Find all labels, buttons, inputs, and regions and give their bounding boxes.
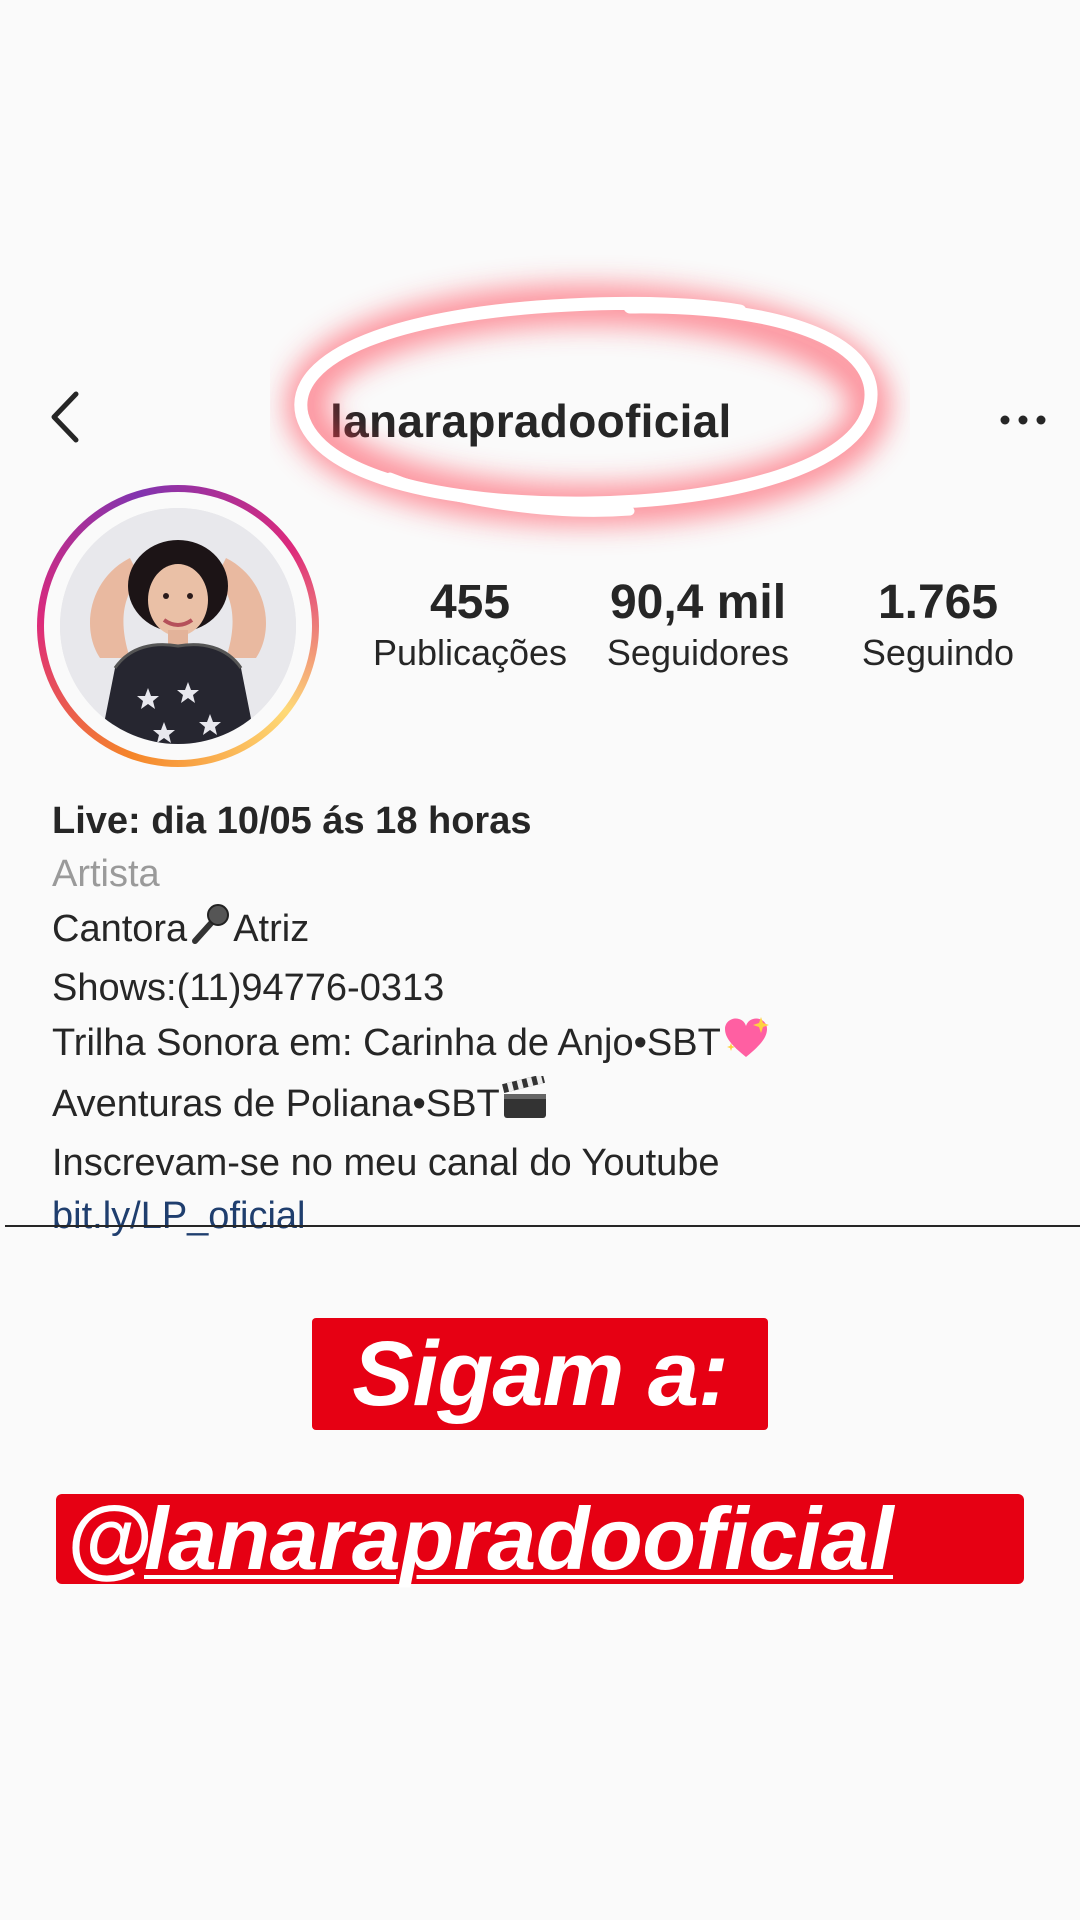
profile-stats: 455 Publicações 90,4 mil Seguidores 1.76… — [360, 575, 1060, 685]
profile-bio: Live: dia 10/05 ás 18 horas Artista Cant… — [52, 795, 1052, 1243]
bio-name: Live: dia 10/05 ás 18 horas — [52, 800, 532, 842]
bio-category: Artista — [52, 853, 160, 895]
stat-posts[interactable]: 455 Publicações — [360, 575, 580, 675]
bio-website-link[interactable]: bit.ly/LP_oficial — [52, 1190, 1052, 1243]
bio-shows-phone: Shows:(11)94776-0313 — [52, 967, 445, 1009]
story-screen: lanarapradooficial 455 Publicações 90,4 … — [0, 0, 1080, 1920]
profile-header: lanarapradooficial — [0, 360, 1080, 480]
mention-sticker[interactable]: @ lanarapradooficial — [56, 1489, 1024, 1588]
bio-line-roles: Cantora Atriz — [52, 901, 1052, 962]
avatar — [60, 508, 296, 744]
stat-followers-label: Seguidores — [606, 632, 790, 673]
avatar-photo — [60, 508, 296, 744]
profile-username-title: lanarapradooficial — [330, 395, 732, 447]
stat-following-label: Seguindo — [861, 632, 1015, 673]
bio-youtube-line: Inscrevam-se no meu canal do Youtube — [52, 1142, 720, 1184]
stat-posts-label: Publicações — [372, 632, 568, 673]
stat-following[interactable]: 1.765 Seguindo — [828, 575, 1048, 675]
follow-sticker-text: Sigam a: — [352, 1323, 728, 1425]
back-button[interactable] — [40, 382, 100, 452]
stat-followers[interactable]: 90,4 mil Seguidores — [588, 575, 808, 675]
stat-posts-value: 455 — [429, 576, 511, 629]
more-options-button[interactable] — [995, 400, 1055, 440]
bio-poliana-line: Aventuras de Poliana•SBT — [52, 1074, 1052, 1137]
follow-sticker: Sigam a: — [312, 1318, 768, 1430]
bio-soundtrack-line: Trilha Sonora em: Carinha de Anjo•SBT — [52, 1015, 1052, 1076]
chevron-left-icon — [51, 391, 79, 443]
mention-at-symbol: @ — [66, 1489, 152, 1588]
clapper-board-icon — [500, 1074, 550, 1137]
mention-handle[interactable]: lanarapradooficial — [144, 1492, 894, 1586]
stat-following-value: 1.765 — [877, 576, 999, 629]
more-horizontal-icon — [1000, 415, 1046, 425]
bio-line-roles-text: Cantora — [52, 908, 188, 950]
stat-followers-value: 90,4 mil — [609, 576, 787, 629]
bio-poliana-text: Aventuras de Poliana•SBT — [52, 1083, 500, 1125]
story-avatar-ring[interactable] — [37, 485, 319, 767]
sparkling-heart-icon — [721, 1015, 771, 1076]
bio-line-roles-after: Atriz — [233, 908, 310, 950]
microphone-icon — [187, 901, 233, 962]
screenshot-divider — [5, 1225, 1080, 1227]
bio-soundtrack-text: Trilha Sonora em: Carinha de Anjo•SBT — [52, 1022, 721, 1064]
